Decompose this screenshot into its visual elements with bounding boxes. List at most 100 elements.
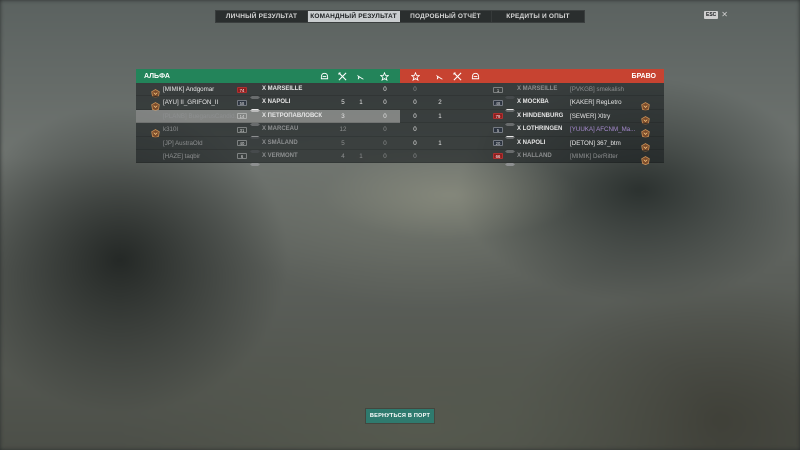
esc-key-badge: ESC [704, 11, 719, 19]
stat-value: 3 [341, 112, 345, 120]
player-level-badge: 40 [237, 140, 247, 147]
stat-value: 0 [413, 139, 417, 147]
player-name: [MIMIK] DerRitter [570, 152, 618, 160]
helmet-icon [470, 71, 480, 81]
ship-name: X MARSEILLE [517, 86, 558, 92]
ship-name: X LOTHRINGEN [517, 126, 563, 133]
tab-detailed-report[interactable]: ПОДРОБНЫЙ ОТЧЁТ [400, 11, 492, 22]
player-level-badge: 14 [237, 113, 247, 120]
player-name: [DETON] 367_btm [570, 139, 621, 147]
alpha-player-row[interactable]: k310I 31 X MARCEAU 12 0 [136, 123, 400, 140]
crossed-swords-icon [452, 71, 462, 81]
stat-value: 0 [383, 126, 387, 134]
bravo-team-header: БРАВО [400, 69, 664, 83]
stat-value: 4 [341, 152, 345, 160]
player-level-badge: 6 [237, 153, 247, 160]
stat-value: 0 [413, 86, 417, 93]
ship-name: X MARSEILLE [262, 86, 303, 92]
bravo-player-row[interactable]: 0 1 79 X HINDENBURG [SEWER] Xltry [400, 109, 664, 126]
player-name: [YUUKA] AFCNM_Ma... [570, 126, 636, 134]
stat-value: 0 [413, 112, 417, 120]
helmet-icon [319, 71, 329, 81]
ship-name: X NAPOLI [262, 99, 291, 106]
tab-team-result[interactable]: КОМАНДНЫЙ РЕЗУЛЬТАТ [308, 11, 400, 22]
player-level-badge: 31 [237, 126, 247, 133]
results-tabbar: ЛИЧНЫЙ РЕЗУЛЬТАТ КОМАНДНЫЙ РЕЗУЛЬТАТ ПОД… [215, 10, 585, 23]
stat-value: 12 [339, 126, 347, 134]
bravo-team-name: БРАВО [631, 72, 656, 80]
stat-value: 1 [359, 99, 363, 107]
ship-class-icon [505, 141, 515, 153]
return-to-port-button[interactable]: ВЕРНУТЬСЯ В ПОРТ [366, 409, 434, 423]
ship-name: X MARCEAU [262, 126, 299, 133]
ship-class-icon [250, 100, 260, 113]
ship-class-icon [505, 114, 515, 126]
plane-icon [355, 71, 365, 81]
player-name: [SEWER] Xltry [570, 112, 611, 120]
bravo-player-row[interactable]: 0 1 20 X NAPOLI [DETON] 367_btm [400, 136, 664, 153]
rank-emblem-icon [641, 98, 650, 112]
rank-emblem-icon [641, 139, 650, 152]
ship-class-icon [505, 100, 515, 113]
bravo-player-row[interactable]: 0 1 X MARSEILLE [PVKGB] smekalish [400, 83, 664, 99]
stat-value: 0 [413, 99, 417, 107]
close-icon[interactable]: ✕ [721, 11, 728, 19]
alpha-player-list: [MIMIK] Andgomar 74 X MARSEILLE 0 [AYU] II_G… [136, 83, 400, 166]
bravo-player-list: 0 1 X MARSEILLE [PVKGB] smekalish 0 2 48 X МОСК… [400, 83, 664, 166]
alpha-player-row[interactable]: [AYU] II_GRIFON_II 58 X NAPOLI 5 1 0 [136, 96, 400, 113]
alpha-player-row[interactable]: [JP] AustraOld 40 X SMÅLAND 5 0 [136, 136, 400, 153]
alpha-player-row[interactable]: [PLANB] BuegarusCandid... 14 X ПЕТРОПАВЛОВ… [136, 109, 400, 126]
tab-personal-result[interactable]: ЛИЧНЫЙ РЕЗУЛЬТАТ [216, 11, 308, 22]
ship-class-icon [250, 154, 260, 166]
player-name: [JP] AustraOld [163, 139, 203, 147]
player-level-badge: 74 [237, 86, 247, 93]
ship-class-icon [505, 154, 515, 166]
ship-name: X HALLAND [517, 152, 552, 159]
stat-value: 2 [438, 99, 442, 107]
bravo-player-row[interactable]: 0 66 X HALLAND [MIMIK] DerRitter [400, 149, 664, 166]
player-level-badge: 58 [237, 99, 247, 106]
crossed-swords-icon [337, 71, 347, 81]
team-scoreboard: АЛЬФА БРАВО [MIMIK] Andgomar 74 X MARSEI… [136, 69, 664, 166]
tab-credits-and-xp[interactable]: КРЕДИТЫ И ОПЫТ [492, 11, 584, 22]
battle-background [0, 0, 800, 450]
esc-close[interactable]: ESC ✕ [704, 11, 728, 19]
star-icon [379, 71, 389, 81]
stat-value: 0 [413, 126, 417, 134]
stat-value: 5 [341, 139, 345, 147]
ship-class-icon [505, 127, 515, 140]
alpha-player-row[interactable]: [MIMIK] Andgomar 74 X MARSEILLE 0 [136, 83, 400, 99]
ship-name: X МОСКВА [517, 99, 549, 106]
bravo-player-row[interactable]: 0 5 X LOTHRINGEN [YUUKA] AFCNM_Ma... [400, 123, 664, 140]
stat-value: 5 [341, 99, 345, 107]
player-level-badge: 66 [493, 153, 503, 160]
ship-class-icon [505, 87, 515, 99]
stat-value: 1 [359, 152, 363, 160]
alpha-player-row[interactable]: [HAZE] taqbir 6 X VERMONT 4 1 0 [136, 149, 400, 166]
ship-class-icon [250, 127, 260, 140]
ship-name: X VERMONT [262, 152, 298, 159]
player-level-badge: 79 [493, 113, 503, 120]
bravo-player-row[interactable]: 0 2 48 X МОСКВА [KAKER] RegLetro [400, 96, 664, 113]
player-level-badge: 20 [493, 140, 503, 147]
stat-value: 0 [383, 99, 387, 107]
ship-name: X ПЕТРОПАВЛОВСК [262, 112, 323, 119]
rank-emblem-icon [151, 85, 160, 99]
stat-value: 0 [383, 86, 387, 93]
player-level-badge: 48 [493, 99, 503, 106]
player-name: [KAKER] RegLetro [570, 99, 622, 107]
rank-emblem-icon [151, 98, 160, 112]
stat-value: 1 [438, 139, 442, 147]
stat-value: 0 [413, 152, 417, 160]
ship-class-icon [250, 87, 260, 99]
plane-icon [434, 71, 444, 81]
rank-emblem-icon [641, 112, 650, 125]
alpha-team-name: АЛЬФА [144, 72, 170, 80]
stat-value: 0 [383, 152, 387, 160]
rank-emblem-icon [151, 125, 160, 139]
stat-value: 1 [438, 112, 442, 120]
stat-value: 0 [383, 112, 387, 120]
player-level-badge: 5 [493, 126, 503, 133]
player-name: [HAZE] taqbir [163, 152, 201, 160]
alpha-team-header: АЛЬФА [136, 69, 400, 83]
